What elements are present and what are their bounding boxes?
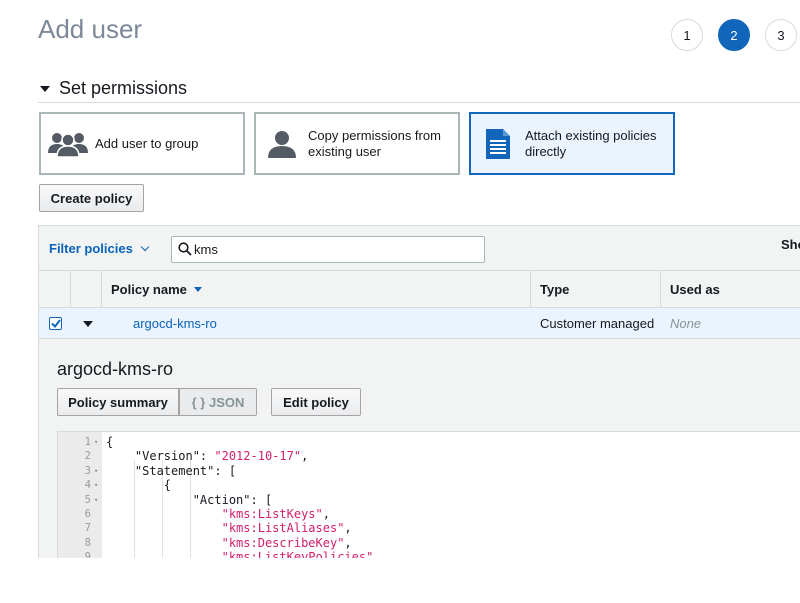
column-policy-name-label: Policy name (111, 281, 187, 297)
line-number: 2 (84, 450, 91, 463)
user-icon (256, 129, 308, 159)
column-divider (530, 271, 531, 307)
line-number: 5 (84, 493, 91, 506)
attach-policies-label: Attach existing policies directly (525, 127, 657, 159)
line-number: 6 (84, 508, 91, 520)
fold-toggle-icon[interactable]: ▾ (94, 493, 98, 507)
section-toggle[interactable]: Set permissions (40, 78, 187, 99)
policy-used-as: None (670, 315, 702, 331)
json-token: { (106, 478, 172, 493)
line-number: 7 (84, 522, 91, 535)
json-token: , (322, 507, 330, 521)
filter-policies-label: Filter policies (49, 241, 133, 256)
column-policy-name[interactable]: Policy name (111, 271, 202, 307)
filter-policies-dropdown[interactable]: Filter policies (49, 241, 150, 256)
create-policy-button[interactable]: Create policy (39, 184, 144, 212)
json-tab[interactable]: { } JSON (179, 388, 257, 416)
table-header: Policy name Type Used as (39, 271, 800, 308)
show-label: Sho (781, 237, 800, 252)
code-line: { (106, 478, 171, 492)
code-line: { (106, 435, 113, 449)
attach-policies-option[interactable]: Attach existing policies directly (469, 112, 675, 175)
step-2[interactable]: 2 (718, 19, 750, 51)
json-token: , (344, 521, 352, 536)
json-string: "kms:ListKeys" (106, 507, 323, 521)
column-type[interactable]: Type (540, 271, 569, 307)
json-token: "Statement": [ (106, 463, 237, 478)
code-line: "Statement": [ (106, 464, 236, 478)
line-number: 9 (84, 551, 91, 558)
add-user-to-group-option[interactable]: Add user to group (39, 112, 245, 175)
fold-toggle-icon[interactable]: ▾ (94, 478, 98, 492)
step-3[interactable]: 3 (765, 19, 797, 51)
json-string: "kms:ListKeyPolicies" (106, 550, 374, 558)
json-token: , (301, 449, 309, 464)
add-user-to-group-label: Add user to group (95, 135, 199, 151)
table-row[interactable]: argocd-kms-ro Customer managed None (39, 308, 800, 339)
sort-descending-icon (193, 286, 202, 292)
json-token: "Version": (106, 449, 215, 464)
policy-summary-tab[interactable]: Policy summary (57, 388, 179, 416)
copy-permissions-label: Copy permissions from existing user (308, 127, 441, 159)
policy-type: Customer managed (540, 315, 655, 331)
row-checkbox[interactable] (49, 317, 62, 330)
code-line: "kms:ListKeyPolicies", (106, 550, 381, 558)
policy-detail-title: argocd-kms-ro (57, 359, 174, 379)
users-group-icon (41, 129, 95, 159)
search-input[interactable] (194, 237, 474, 262)
policy-name-link[interactable]: argocd-kms-ro (133, 308, 217, 338)
json-token: "Action": [ (106, 492, 273, 507)
json-string: "2012-10-17" (214, 449, 302, 464)
search-box[interactable] (171, 236, 485, 263)
document-icon (471, 128, 525, 160)
caret-down-icon (40, 85, 50, 92)
policy-detail-panel: argocd-kms-ro Policy summary { } JSON Ed… (39, 339, 800, 558)
column-divider (660, 271, 661, 307)
checkmark-icon (50, 319, 61, 328)
json-token: , (373, 550, 381, 558)
code-line: "Version": "2012-10-17", (106, 449, 308, 463)
line-number: 8 (84, 536, 91, 549)
page-title: Add user (38, 14, 143, 44)
policy-table: Filter policies Sho Policy name Type Use… (38, 225, 800, 558)
json-token: , (344, 535, 352, 550)
column-divider (70, 271, 71, 307)
json-token: { (106, 435, 114, 449)
code-line: "kms:ListKeys", (106, 507, 330, 521)
json-editor[interactable]: 1 ▾{2 "Version": "2012-10-17", 3 ▾ "Stateme… (57, 431, 800, 558)
column-divider (101, 271, 102, 307)
edit-policy-button[interactable]: Edit policy (271, 388, 361, 416)
line-number: 1 (84, 436, 91, 448)
filter-bar: Filter policies Sho (39, 225, 800, 271)
fold-toggle-icon[interactable]: ▾ (94, 464, 98, 478)
expand-row-icon[interactable] (83, 321, 93, 327)
line-number: 3 (84, 464, 91, 477)
copy-permissions-option[interactable]: Copy permissions from existing user (254, 112, 460, 175)
column-used-as[interactable]: Used as (670, 271, 720, 307)
step-1[interactable]: 1 (671, 19, 703, 51)
code-line: "Action": [ (106, 493, 272, 507)
section-divider (38, 102, 800, 103)
line-number: 4 (84, 479, 91, 492)
json-string: "kms:ListAliases" (106, 521, 345, 536)
fold-toggle-icon[interactable]: ▾ (94, 435, 98, 449)
code-line: "kms:ListAliases", (106, 521, 352, 535)
json-string: "kms:DescribeKey" (106, 535, 345, 550)
section-title: Set permissions (59, 78, 188, 98)
chevron-down-icon (140, 242, 150, 252)
code-line: "kms:DescribeKey", (106, 536, 352, 550)
search-icon (178, 242, 192, 261)
